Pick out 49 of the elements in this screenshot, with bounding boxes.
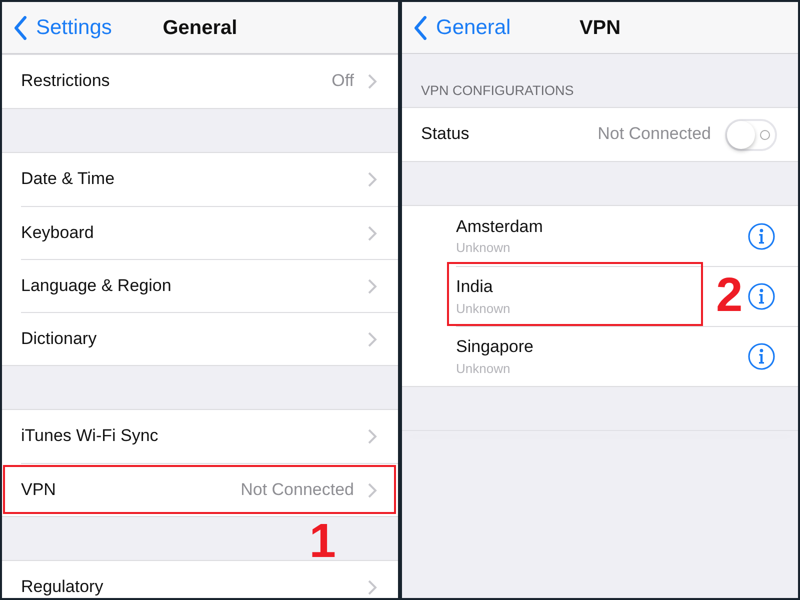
info-icon[interactable]: [748, 283, 775, 310]
settings-row[interactable]: Language & Region: [2, 259, 398, 312]
settings-row[interactable]: Date & Time: [2, 153, 398, 206]
toggle-switch[interactable]: [725, 118, 777, 151]
settings-row[interactable]: Amsterdam Unknown: [402, 206, 798, 266]
chevron-left-icon: [414, 16, 427, 40]
nav-title: VPN: [579, 16, 621, 40]
settings-row[interactable]: Keyboard: [2, 206, 398, 259]
configuration-name: Amsterdam: [456, 216, 543, 238]
row-label: Language & Region: [21, 276, 172, 296]
row-label: Keyboard: [21, 222, 94, 244]
configuration-name: India: [456, 277, 494, 298]
settings-row[interactable]: India Unknown 2: [402, 266, 798, 326]
row-label: VPN: [21, 480, 56, 500]
configuration-status: Unknown: [456, 360, 512, 376]
nav-title: General: [162, 16, 238, 40]
settings-row[interactable]: Regulatory: [2, 561, 398, 598]
chevron-icon: [368, 429, 377, 444]
row-label: Dictionary: [21, 328, 97, 350]
settings-row[interactable]: Status Not Connected: [402, 108, 798, 162]
back-button[interactable]: General: [402, 14, 515, 40]
chevron-icon: [368, 482, 377, 498]
chevron-icon: [368, 332, 377, 346]
row-value: Off: [332, 71, 354, 92]
info-icon[interactable]: [748, 222, 775, 250]
row-label: Regulatory: [21, 577, 104, 598]
configuration-status: Unknown: [456, 240, 512, 256]
settings-row[interactable]: iTunes Wi-Fi Sync: [2, 410, 398, 463]
chevron-icon: [368, 580, 377, 595]
chevron-left-icon: [14, 16, 27, 40]
row-label: Date & Time: [21, 169, 115, 190]
row-label: Status: [421, 124, 470, 145]
chevron-icon: [368, 74, 377, 89]
row-label: Restrictions: [21, 71, 110, 92]
chevron-icon: [368, 226, 377, 240]
configuration-status: Unknown: [456, 300, 510, 316]
back-button[interactable]: Settings: [2, 14, 116, 40]
status-value: Not Connected: [598, 124, 711, 145]
configuration-name: Singapore: [456, 337, 534, 358]
row-value: Not Connected: [240, 480, 354, 500]
section-header: VPN CONFIGURATIONS: [420, 83, 575, 100]
step-number: 2: [716, 272, 743, 320]
settings-row[interactable]: Dictionary: [2, 312, 398, 365]
chevron-icon: [368, 172, 377, 187]
settings-row[interactable]: Singapore Unknown: [402, 326, 798, 386]
chevron-icon: [368, 278, 377, 294]
settings-row[interactable]: Restrictions Off: [2, 55, 398, 108]
row-label: iTunes Wi-Fi Sync: [21, 426, 158, 447]
info-icon[interactable]: [748, 343, 775, 370]
